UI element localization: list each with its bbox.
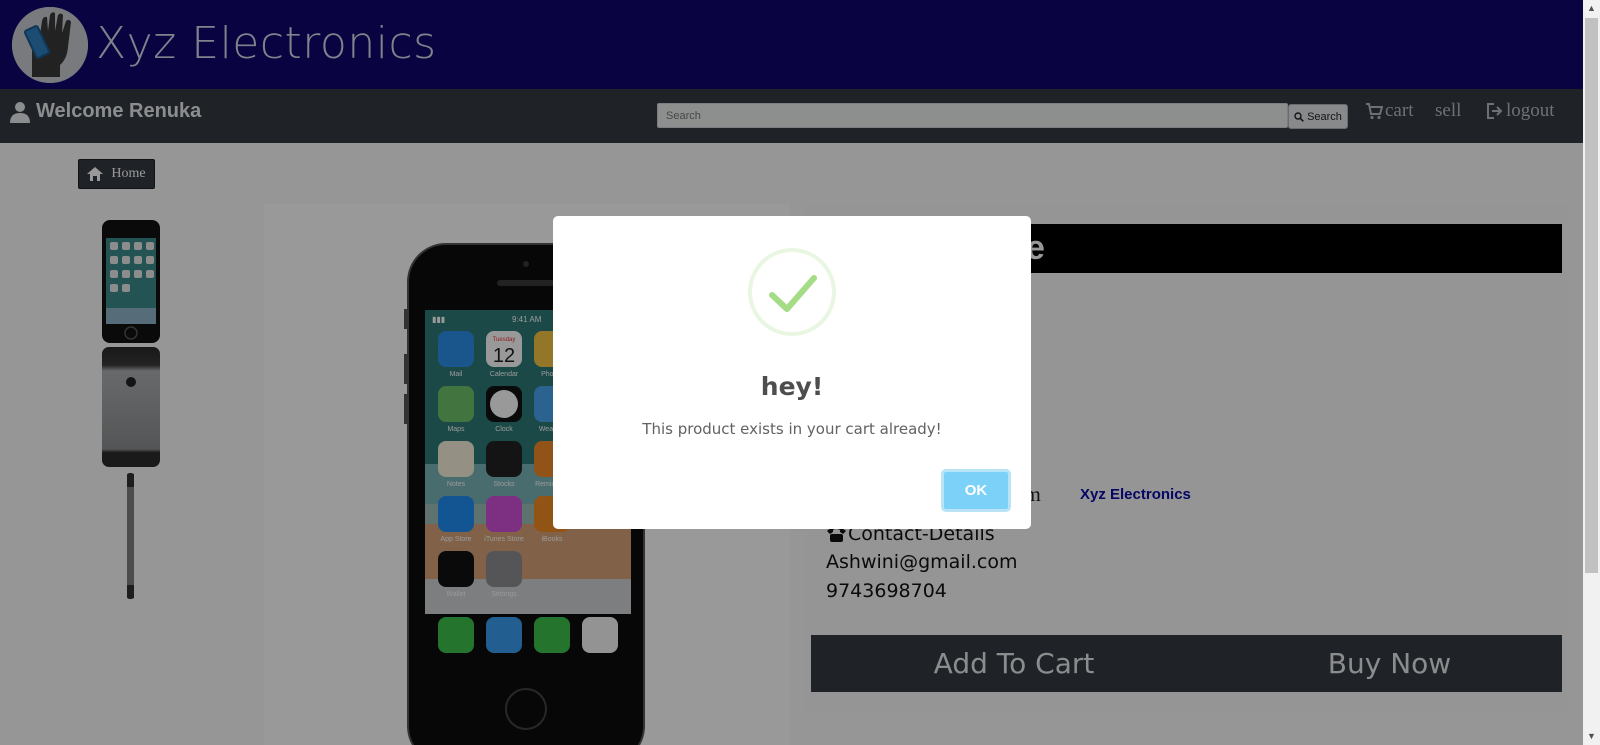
scrollbar-thumb[interactable]: [1585, 18, 1598, 573]
scroll-down-arrow-icon[interactable]: ▼: [1583, 728, 1600, 745]
ok-button[interactable]: OK: [941, 469, 1011, 512]
modal-message: This product exists in your cart already…: [642, 420, 942, 438]
checkmark-icon: [769, 275, 817, 312]
vertical-scrollbar[interactable]: ▲ ▼: [1583, 0, 1600, 745]
modal-title: hey!: [760, 372, 824, 401]
alert-modal: hey! This product exists in your cart al…: [553, 216, 1031, 529]
scroll-up-arrow-icon[interactable]: ▲: [1583, 0, 1600, 17]
success-icon: [748, 248, 836, 336]
